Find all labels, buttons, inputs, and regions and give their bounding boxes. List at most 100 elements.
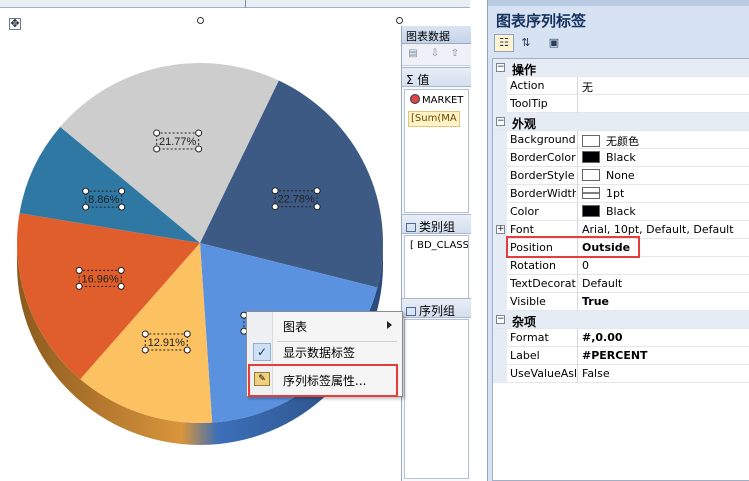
category-operation[interactable]: − 操作: [493, 59, 749, 77]
prop-value[interactable]: Black: [582, 151, 747, 164]
categorized-view-icon[interactable]: ☷: [494, 34, 514, 52]
prop-row-format[interactable]: Format #,0.00: [493, 329, 749, 347]
label-handle[interactable]: [313, 203, 321, 211]
row-gutter: [493, 257, 507, 275]
move-up-icon[interactable]: ⇧: [448, 48, 462, 62]
prop-name: BorderColor: [510, 151, 576, 164]
data-label-4: 8.86%: [88, 194, 119, 206]
column-divider: [577, 275, 578, 293]
values-section-header: Σ 值: [402, 67, 471, 87]
row-gutter: +: [493, 221, 507, 239]
color-swatch: [582, 205, 600, 217]
label-handle[interactable]: [313, 187, 321, 195]
category-field-bd-class[interactable]: [ BD_CLASS: [408, 239, 469, 255]
prop-row-usevalueas[interactable]: UseValueAsl False: [493, 365, 749, 383]
column-divider: [577, 149, 578, 167]
prop-row-bordercolor[interactable]: BorderColor Black: [493, 149, 749, 167]
field-chart-icon: [410, 94, 420, 104]
category-field-label: BD_CLASS: [417, 240, 469, 251]
properties-title: 图表序列标签: [496, 12, 587, 30]
collapse-icon[interactable]: −: [496, 315, 505, 324]
label-handle[interactable]: [118, 187, 126, 195]
row-gutter: [493, 95, 507, 113]
row-gutter: [493, 239, 507, 257]
properties-toolbar: ☷ ⇅ ▣: [492, 33, 746, 55]
checkmark-icon: ✓: [253, 343, 271, 361]
menu-item-label: 图表: [283, 320, 308, 334]
column-divider: [577, 95, 578, 113]
row-gutter: [493, 149, 507, 167]
menu-highlight-box: [248, 364, 398, 397]
data-label-5: 21.77%: [159, 136, 197, 148]
prop-value[interactable]: Default: [582, 277, 747, 290]
category-icon: [406, 223, 416, 232]
expand-icon[interactable]: +: [496, 225, 505, 234]
menu-item-show-data-labels[interactable]: ✓ 显示数据标签: [249, 340, 400, 364]
prop-value[interactable]: 无: [582, 79, 747, 95]
property-pages-icon[interactable]: ▣: [544, 34, 564, 52]
series-list[interactable]: [404, 319, 469, 479]
prop-value[interactable]: None: [582, 169, 747, 182]
prop-row-background[interactable]: Background 无颜色: [493, 131, 749, 149]
property-grid[interactable]: − 操作 Action 无 ToolTip − 外观 Background 无颜…: [492, 58, 749, 481]
prop-value[interactable]: False: [582, 367, 747, 380]
collapse-icon[interactable]: −: [496, 117, 505, 126]
row-gutter: [493, 131, 507, 149]
collapse-icon[interactable]: −: [496, 63, 505, 72]
values-field-label: MARKET: [422, 95, 464, 106]
column-divider: [577, 203, 578, 221]
prop-row-borderwidth[interactable]: BorderWidth 1pt: [493, 185, 749, 203]
series-icon: [406, 307, 416, 316]
prop-value[interactable]: #PERCENT: [582, 349, 747, 362]
row-gutter: [493, 185, 507, 203]
color-swatch: [582, 151, 600, 163]
prop-value[interactable]: 1pt: [582, 187, 747, 200]
data-label-0: 22.78%: [277, 194, 315, 206]
prop-row-label[interactable]: Label #PERCENT: [493, 347, 749, 365]
menu-item-chart[interactable]: 图表: [249, 314, 400, 338]
label-handle[interactable]: [195, 145, 203, 153]
row-gutter: [493, 275, 507, 293]
label-handle[interactable]: [183, 330, 191, 338]
values-field-market[interactable]: MARKET: [408, 93, 466, 109]
prop-row-visible[interactable]: Visible True: [493, 293, 749, 311]
prop-name: Format: [510, 331, 549, 344]
prop-row-rotation[interactable]: Rotation 0: [493, 257, 749, 275]
category-appearance[interactable]: − 外观: [493, 113, 749, 131]
column-divider: [577, 257, 578, 275]
border-style-swatch: [582, 169, 600, 181]
category-misc[interactable]: − 杂项: [493, 311, 749, 329]
prop-value[interactable]: 0: [582, 259, 747, 272]
row-gutter: [493, 329, 507, 347]
prop-value[interactable]: Black: [582, 205, 747, 218]
prop-value[interactable]: Arial, 10pt, Default, Default: [582, 223, 747, 236]
prop-value[interactable]: #,0.00: [582, 331, 747, 344]
prop-row-action[interactable]: Action 无: [493, 77, 749, 95]
pie-chart[interactable]: 22.78%16.7...12.91%16.96%8.86%21.77%: [0, 0, 400, 481]
label-handle[interactable]: [118, 203, 126, 211]
prop-row-tooltip[interactable]: ToolTip: [493, 95, 749, 113]
label-handle[interactable]: [195, 129, 203, 137]
prop-value[interactable]: True: [582, 295, 747, 308]
add-field-icon[interactable]: ▤: [406, 48, 420, 62]
category-section-header: 类别组: [402, 214, 471, 234]
category-list[interactable]: [ BD_CLASS: [404, 235, 469, 305]
prop-row-color[interactable]: Color Black: [493, 203, 749, 221]
values-field-sum[interactable]: [Sum(MA: [408, 111, 460, 127]
category-label: 杂项: [512, 315, 537, 329]
label-handle[interactable]: [117, 266, 125, 274]
prop-value[interactable]: 无颜色: [582, 133, 747, 149]
alphabetical-sort-icon[interactable]: ⇅: [516, 34, 536, 52]
color-swatch: [582, 135, 600, 147]
prop-row-textdecoration[interactable]: TextDecorati Default: [493, 275, 749, 293]
prop-name: BorderStyle: [510, 169, 575, 182]
label-handle[interactable]: [183, 346, 191, 354]
prop-row-borderstyle[interactable]: BorderStyle None: [493, 167, 749, 185]
move-down-icon[interactable]: ⇩: [428, 48, 442, 62]
row-gutter: [493, 365, 507, 383]
category-label: 操作: [512, 63, 537, 77]
report-designer-canvas[interactable]: ✥ 22.78%16.7...12.91%16.96%8.86%21.77%: [0, 0, 470, 481]
prop-value-text: None: [606, 169, 635, 182]
label-handle[interactable]: [117, 282, 125, 290]
values-list[interactable]: MARKET [Sum(MA: [404, 89, 469, 213]
